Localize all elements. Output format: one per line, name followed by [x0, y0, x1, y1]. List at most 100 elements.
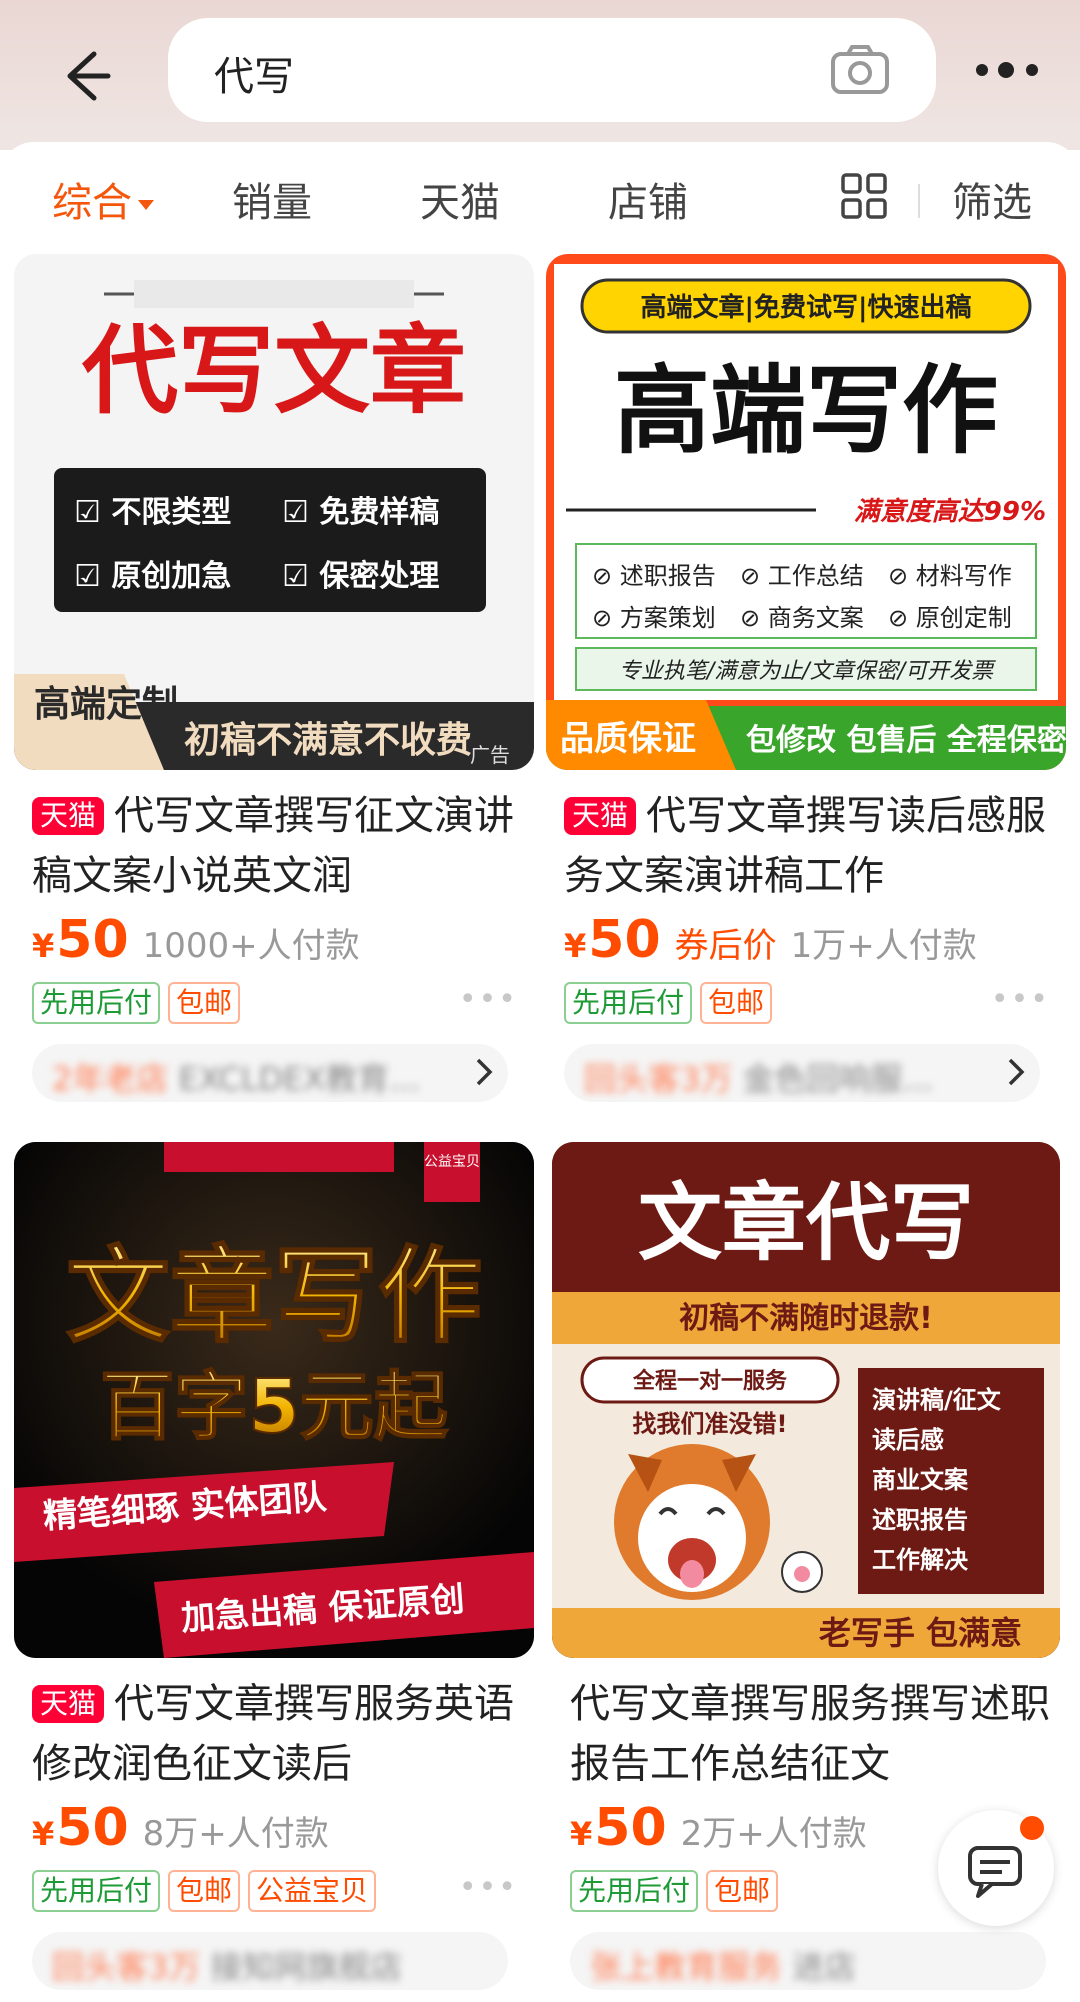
svg-text:满意度高达99%: 满意度高达99% — [854, 497, 1046, 527]
image-headline: 文章代写 — [638, 1174, 974, 1272]
tag-charity: 公益宝贝 — [248, 1870, 377, 1912]
shop-highlight: 张上教育服务 — [590, 1948, 793, 1986]
title-text: 代写文章撰写征文演讲稿文案小说英文润 — [32, 793, 515, 899]
svg-text:读后感: 读后感 — [872, 1426, 944, 1454]
more-dots-icon[interactable]: ••• — [459, 1870, 518, 1905]
tag-free-shipping: 包邮 — [706, 1870, 779, 1912]
shop-highlight: 回头客3万 — [584, 1060, 743, 1098]
camera-icon[interactable] — [830, 44, 890, 96]
svg-text:☑ 保密处理: ☑ 保密处理 — [282, 559, 439, 594]
svg-text:⊘ 方案策划: ⊘ 方案策划 — [592, 604, 716, 632]
title-text: 代写文章撰写服务英语修改润色征文读后 — [32, 1681, 515, 1787]
svg-text:商业文案: 商业文案 — [872, 1466, 969, 1494]
tab-shop[interactable]: 店铺 — [608, 170, 688, 228]
shop-link[interactable]: 回头客3万 接知网旗舰店 — [32, 1932, 508, 1990]
product-card[interactable]: 代写文章 ☑ 不限类型 ☑ 免费样稿 ☑ 原创加急 ☑ 保密处理 高端定制 初稿… — [14, 254, 538, 1104]
shop-highlight: 回头客3万 — [52, 1948, 211, 1986]
shop-name: 回头客3万 接知网旗舰店 — [52, 1948, 403, 1986]
filter-button[interactable]: 筛选 — [952, 170, 1032, 228]
svg-text:☑ 原创加急: ☑ 原创加急 — [74, 559, 231, 594]
shop-link[interactable]: 张上教育服务 进店 — [570, 1932, 1046, 1990]
tag-free-shipping: 包邮 — [168, 982, 241, 1024]
product-card[interactable]: 高端文章|免费试写|快速出稿 高端写作 满意度高达99% ⊘ 述职报告 ⊘ 工作… — [546, 254, 1070, 1104]
svg-text:高端文章|免费试写|快速出稿: 高端文章|免费试写|快速出稿 — [641, 292, 972, 323]
svg-text:包修改 包售后 全程保密: 包修改 包售后 全程保密 — [746, 723, 1066, 758]
svg-text:⊘ 商务文案: ⊘ 商务文案 — [740, 604, 864, 632]
price: ¥50 券后价 1万+人付款 — [564, 910, 977, 970]
sold-count: 8万+人付款 — [142, 1814, 329, 1854]
corner-label: 高端定制 — [34, 684, 178, 725]
product-title[interactable]: 天猫 代写文章撰写征文演讲稿文案小说英文润 — [32, 786, 522, 906]
tag-list: 先用后付 包邮 — [570, 1870, 786, 1912]
divider — [918, 184, 920, 218]
svg-text:老写手 包满意: 老写手 包满意 — [819, 1614, 1022, 1652]
svg-text:⊘ 材料写作: ⊘ 材料写作 — [888, 562, 1012, 590]
tag-list: 先用后付 包邮 — [32, 982, 248, 1024]
tag-list: 先用后付 包邮 — [564, 982, 780, 1024]
tmall-badge: 天猫 — [32, 797, 105, 835]
tag-pay-later: 先用后付 — [32, 1870, 161, 1912]
corner-label: 品质保证 — [560, 719, 696, 759]
sort-filter-bar: 综合 销量 天猫 店铺 筛选 — [0, 142, 1080, 252]
more-dots-icon[interactable]: ••• — [459, 982, 518, 1017]
tab-comprehensive[interactable]: 综合 — [52, 170, 154, 228]
tag-pay-later: 先用后付 — [32, 982, 161, 1024]
shop-name: 回头客3万 金色回响服... — [584, 1060, 934, 1098]
shop-name: 2年老店 EXCLDEX教育... — [52, 1060, 420, 1098]
tab-tmall[interactable]: 天猫 — [420, 170, 500, 228]
product-image[interactable]: 代写文章 ☑ 不限类型 ☑ 免费样稿 ☑ 原创加急 ☑ 保密处理 高端定制 初稿… — [14, 254, 534, 770]
more-options-icon[interactable] — [972, 48, 1044, 92]
tmall-badge: 天猫 — [564, 797, 637, 835]
svg-text:☑ 免费样稿: ☑ 免费样稿 — [282, 495, 439, 530]
svg-text:⊘ 原创定制: ⊘ 原创定制 — [888, 604, 1012, 632]
product-card[interactable]: 公益宝贝 文章写作 百字5元起 精笔细琢 实体团队 加急出稿 保证原创 天猫 代写… — [14, 1142, 538, 2002]
svg-text:百字5元起: 百字5元起 — [100, 1364, 448, 1450]
search-query-text: 代写 — [214, 54, 294, 100]
product-title[interactable]: 代写文章撰写服务撰写述职报告工作总结征文 — [570, 1674, 1060, 1794]
svg-text:述职报告: 述职报告 — [872, 1506, 968, 1534]
charity-label: 公益宝贝 — [424, 1154, 480, 1170]
product-image[interactable]: 高端文章|免费试写|快速出稿 高端写作 满意度高达99% ⊘ 述职报告 ⊘ 工作… — [546, 254, 1066, 770]
image-headline: 高端写作 — [614, 355, 998, 467]
tag-free-shipping: 包邮 — [700, 982, 773, 1024]
top-bar: 代写 — [0, 0, 1080, 150]
svg-text:专业执笔/满意为止/文章保密/可开发票: 专业执笔/满意为止/文章保密/可开发票 — [619, 659, 996, 684]
product-image[interactable]: 文章代写 初稿不满随时退款! 全程一对一服务 找我们准没错! 演讲稿/征文 读后… — [552, 1142, 1060, 1658]
sold-count: 2万+人付款 — [680, 1814, 867, 1854]
svg-text:广告: 广告 — [470, 743, 510, 767]
image-headline: 代写文章 — [81, 315, 466, 427]
svg-text:初稿不满随时退款!: 初稿不满随时退款! — [679, 1301, 933, 1336]
shop-highlight: 2年老店 — [52, 1060, 179, 1098]
notification-dot — [1020, 1816, 1044, 1840]
sold-count: 1万+人付款 — [790, 926, 977, 966]
svg-text:全程一对一服务: 全程一对一服务 — [632, 1368, 788, 1394]
svg-text:演讲稿/征文: 演讲稿/征文 — [872, 1386, 1002, 1414]
search-input[interactable]: 代写 — [168, 18, 936, 122]
caret-down-icon — [138, 200, 154, 210]
svg-text:⊘ 述职报告: ⊘ 述职报告 — [592, 562, 716, 590]
svg-text:初稿不满意不收费: 初稿不满意不收费 — [184, 720, 472, 761]
tab-label: 综合 — [52, 180, 132, 226]
title-text: 代写文章撰写读后感服务文案演讲稿工作 — [564, 793, 1047, 899]
title-text: 代写文章撰写服务撰写述职报告工作总结征文 — [570, 1681, 1050, 1787]
tab-sales[interactable]: 销量 — [232, 170, 312, 228]
back-arrow-icon[interactable] — [48, 40, 120, 112]
product-image[interactable]: 公益宝贝 文章写作 百字5元起 精笔细琢 实体团队 加急出稿 保证原创 — [14, 1142, 534, 1658]
product-title[interactable]: 天猫 代写文章撰写读后感服务文案演讲稿工作 — [564, 786, 1054, 906]
sold-count: 1000+人付款 — [142, 926, 360, 966]
shop-name: 张上教育服务 进店 — [590, 1948, 857, 1986]
more-dots-icon[interactable]: ••• — [991, 982, 1050, 1017]
price: ¥50 1000+人付款 — [32, 910, 360, 970]
svg-text:工作解决: 工作解决 — [872, 1546, 969, 1574]
price: ¥50 2万+人付款 — [570, 1798, 867, 1858]
shop-link[interactable]: 回头客3万 金色回响服... — [564, 1044, 1040, 1102]
chevron-right-icon — [1008, 1058, 1025, 1086]
product-title[interactable]: 天猫 代写文章撰写服务英语修改润色征文读后 — [32, 1674, 522, 1794]
svg-text:找我们准没错!: 找我们准没错! — [633, 1410, 788, 1438]
shop-link[interactable]: 2年老店 EXCLDEX教育... — [32, 1044, 508, 1102]
customer-service-button[interactable] — [938, 1810, 1054, 1926]
coupon-label: 券后价 — [674, 926, 777, 966]
grid-view-icon[interactable] — [840, 172, 888, 220]
svg-text:☑ 不限类型: ☑ 不限类型 — [74, 495, 231, 530]
tag-pay-later: 先用后付 — [570, 1870, 699, 1912]
